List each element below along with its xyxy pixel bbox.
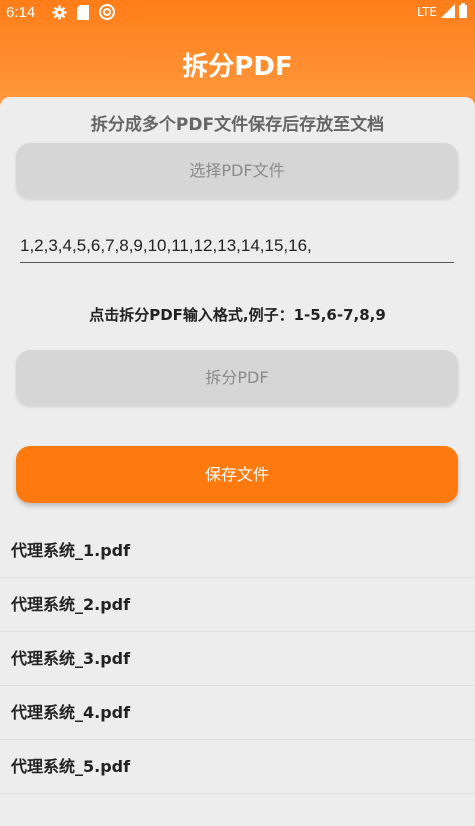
file-item[interactable]: 代理系统_5.pdf (0, 740, 475, 794)
subtitle: 拆分成多个PDF文件保存后存放至文档 (90, 115, 385, 135)
file-item[interactable]: 代理系统_4.pdf (0, 686, 475, 740)
file-item[interactable]: 代理系统_2.pdf (0, 578, 475, 632)
split-pdf-button[interactable]: 拆分PDF (16, 350, 458, 405)
page-title: 拆分PDF (182, 52, 293, 82)
gear-icon (52, 4, 67, 24)
save-file-button[interactable]: 保存文件 (16, 446, 458, 503)
format-hint: 点击拆分PDF输入格式,例子：1-5,6-7,8,9 (89, 306, 386, 324)
file-list: 代理系统_1.pdf 代理系统_2.pdf 代理系统_3.pdf 代理系统_4.… (0, 524, 475, 794)
status-time: 6:14 (6, 4, 36, 21)
page-range-input[interactable] (20, 230, 454, 263)
battery-icon (459, 3, 467, 21)
sync-icon (99, 4, 115, 24)
select-pdf-button[interactable]: 选择PDF文件 (16, 143, 458, 198)
network-type: LTE (417, 5, 437, 19)
file-item[interactable]: 代理系统_1.pdf (0, 524, 475, 578)
file-item[interactable]: 代理系统_3.pdf (0, 632, 475, 686)
sd-card-icon (77, 4, 89, 24)
signal-icon (441, 3, 455, 21)
status-bar: 6:14 LTE (0, 0, 475, 26)
